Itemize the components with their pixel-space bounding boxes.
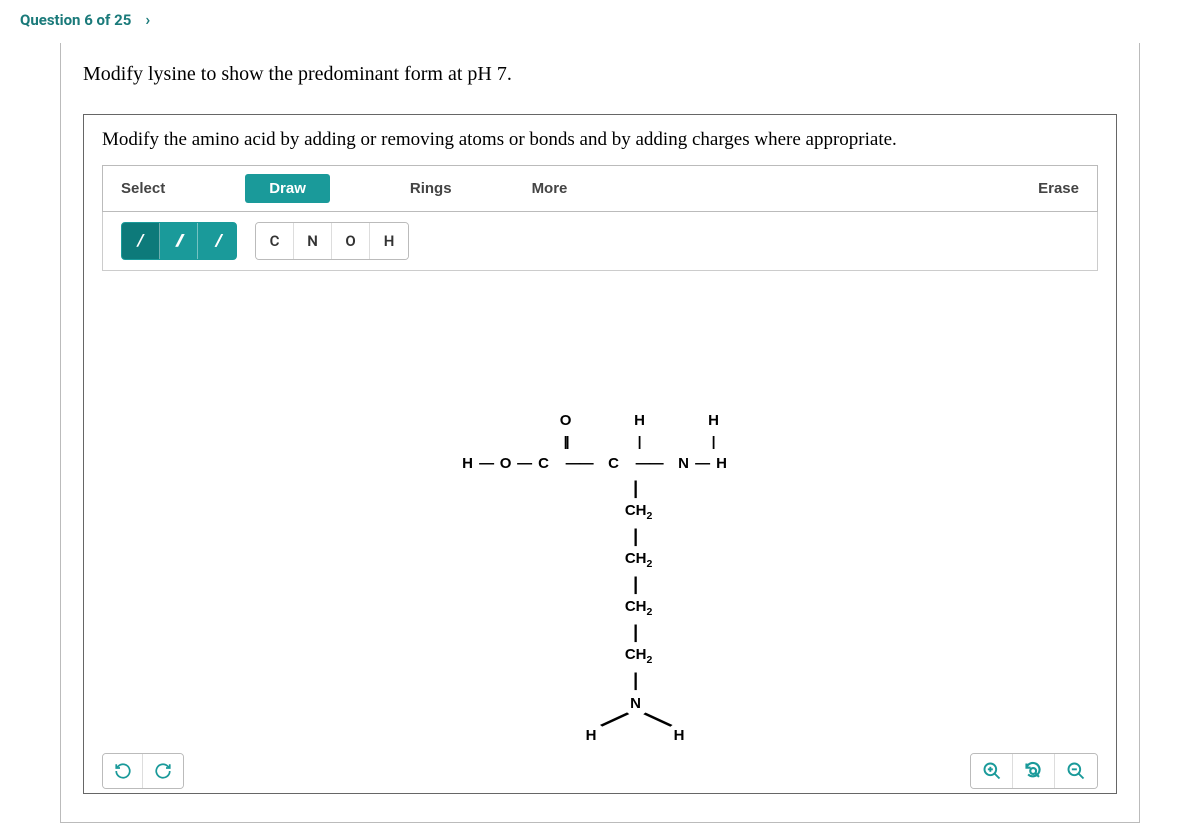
atom-n[interactable]: N: [676, 455, 692, 472]
redo-button[interactable]: [143, 754, 183, 788]
single-bond[interactable]: |: [628, 478, 644, 499]
atom-c-button[interactable]: C: [256, 223, 294, 259]
undo-button[interactable]: [103, 754, 143, 788]
zoom-in-button[interactable]: [971, 754, 1013, 788]
atom-o-button[interactable]: O: [332, 223, 370, 259]
atom-h[interactable]: H: [632, 412, 648, 429]
tab-draw[interactable]: Draw: [245, 174, 330, 203]
double-bond-button[interactable]: //: [160, 223, 198, 259]
draw-subtoolbar: / // /// C N O H: [102, 212, 1098, 271]
atom-h-button[interactable]: H: [370, 223, 408, 259]
zoom-in-icon: [982, 761, 1002, 781]
atom-n-button[interactable]: N: [294, 223, 332, 259]
atom-h[interactable]: H: [586, 727, 597, 744]
ch2-group[interactable]: CH2: [622, 646, 656, 666]
atom-h[interactable]: H: [714, 455, 730, 472]
tab-more[interactable]: More: [532, 180, 568, 197]
atom-h[interactable]: H: [706, 412, 722, 429]
ch2-group[interactable]: CH2: [622, 598, 656, 618]
single-bond[interactable]: |: [628, 622, 644, 643]
drawing-canvas[interactable]: O H H || | | H —: [102, 271, 1098, 761]
tab-select[interactable]: Select: [121, 180, 165, 197]
single-bond[interactable]: |: [628, 574, 644, 595]
zoom-out-icon: [1066, 761, 1086, 781]
zoom-controls: [970, 753, 1098, 789]
ch2-group[interactable]: CH2: [622, 550, 656, 570]
atom-o[interactable]: O: [498, 455, 514, 472]
single-bond[interactable]: |: [706, 433, 722, 449]
single-bond[interactable]: |: [628, 526, 644, 547]
atom-o[interactable]: O: [558, 412, 574, 429]
undo-icon: [114, 762, 132, 780]
zoom-reset-button[interactable]: [1013, 754, 1055, 788]
question-text: Modify lysine to show the predominant fo…: [83, 63, 1117, 86]
double-bond[interactable]: ||: [558, 433, 574, 449]
zoom-reset-icon: [1024, 761, 1044, 781]
atom-n[interactable]: N: [628, 695, 644, 712]
atom-h[interactable]: H: [460, 455, 476, 472]
molecule-structure[interactable]: O H H || | | H —: [460, 409, 730, 741]
history-controls: [102, 753, 184, 789]
atom-c[interactable]: C: [606, 455, 622, 472]
atom-group: C N O H: [255, 222, 409, 260]
atom-c[interactable]: C: [536, 455, 552, 472]
zoom-out-button[interactable]: [1055, 754, 1097, 788]
ch2-group[interactable]: CH2: [622, 502, 656, 522]
question-number: Question 6 of 25: [20, 11, 131, 29]
redo-icon: [154, 762, 172, 780]
editor-instruction: Modify the amino acid by adding or remov…: [102, 129, 1098, 151]
triple-bond-button[interactable]: ///: [198, 223, 236, 259]
question-panel: Modify lysine to show the predominant fo…: [60, 43, 1140, 823]
single-bond[interactable]: |: [632, 433, 648, 449]
next-question-icon[interactable]: ›: [145, 10, 150, 29]
atom-h[interactable]: H: [674, 727, 685, 744]
molecule-editor: Modify the amino acid by adding or remov…: [83, 114, 1117, 794]
editor-toolbar: Select Draw Rings More Erase: [102, 165, 1098, 212]
bond-group: / // ///: [121, 222, 237, 260]
tab-erase[interactable]: Erase: [1038, 180, 1079, 197]
single-bond-button[interactable]: /: [122, 223, 160, 259]
tab-rings[interactable]: Rings: [410, 180, 452, 197]
single-bond[interactable]: |: [628, 670, 644, 691]
